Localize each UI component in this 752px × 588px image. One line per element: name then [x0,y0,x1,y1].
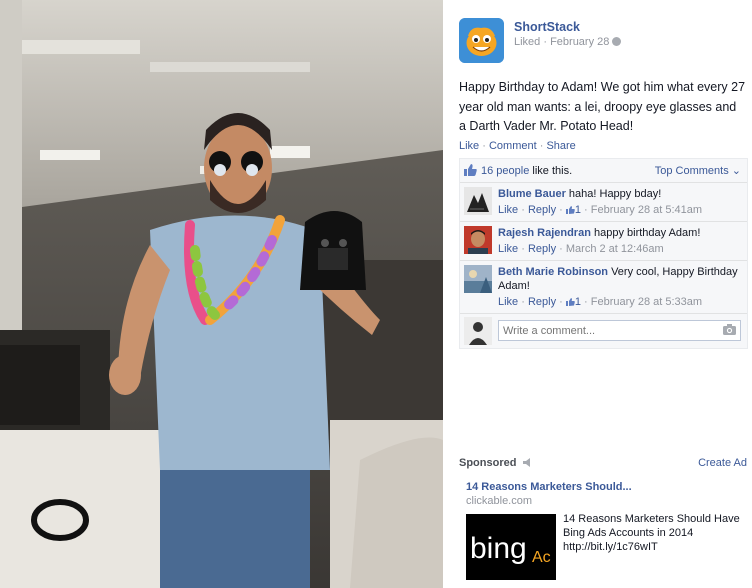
comment-item: Blume Bauer haha! Happy bday! Like · Rep… [460,183,747,222]
post-meta: Liked · February 28 [514,36,622,48]
feedback-box: 16 people like this. Top Comments ⌄ Blum… [459,158,748,349]
comment-like-link[interactable]: Like [498,204,518,216]
comment-like-link[interactable]: Like [498,296,518,308]
comment-meta: Like · Reply · March 2 at 12:46am [498,243,664,255]
commenter-avatar[interactable] [464,265,492,293]
post-meta-text: Liked · February 28 [514,36,610,48]
post-actions: Like · Comment · Share [459,140,576,152]
post-header: ShortStack Liked · February 28 [459,18,749,64]
comment-reply-link[interactable]: Reply [528,204,556,216]
create-ad-link[interactable]: Create Ad [698,457,747,469]
comment-reply-link[interactable]: Reply [528,296,556,308]
action-separator: · [536,140,547,152]
commenter-avatar[interactable] [464,187,492,215]
comment-reply-link[interactable]: Reply [528,243,556,255]
sponsored-section: Sponsored Create Ad 14 Reasons Marketers… [459,457,747,580]
ad-image-wordmark-accent: Ac [532,549,551,566]
comment-item: Beth Marie Robinson Very cool, Happy Bir… [460,261,747,314]
post-text: Happy Birthday to Adam! We got him what … [459,80,746,133]
ad-title-link[interactable]: 14 Reasons Marketers Should... [466,481,632,493]
action-separator: · [479,140,489,152]
comment-like-count-value: 1 [574,296,581,308]
comment-like-link[interactable]: Like [498,243,518,255]
post-photo[interactable] [0,0,443,588]
office-photo-illustration [0,0,443,588]
comment-text: haha! Happy bday! [565,188,662,200]
like-link[interactable]: Like [459,140,479,152]
sponsored-icon[interactable] [522,458,533,467]
commenter-avatar[interactable] [464,226,492,254]
comment-text: happy birthday Adam! [590,227,701,239]
comment-timestamp[interactable]: March 2 at 12:46am [566,243,664,255]
comment-meta: Like · Reply · 1 · February 28 at 5:33am [498,296,703,308]
like-thumb-icon [464,164,477,176]
page-name-link[interactable]: ShortStack [514,20,580,34]
ad-image-wordmark: bing [470,532,527,565]
sponsored-label: Sponsored [459,457,517,469]
comment-body: Beth Marie Robinson Very cool, Happy Bir… [498,265,743,293]
comment-composer [460,314,747,348]
comment-like-count[interactable]: 1 [565,204,581,216]
comment-link[interactable]: Comment [489,140,537,152]
comment-author-link[interactable]: Rajesh Rajendran [498,227,591,239]
comment-input[interactable] [498,320,741,341]
likes-summary: 16 people like this. Top Comments ⌄ [460,159,747,183]
comment-body: Blume Bauer haha! Happy bday! [498,187,743,201]
comment-author-link[interactable]: Blume Bauer [498,188,566,200]
comment-timestamp[interactable]: February 28 at 5:33am [591,296,702,308]
like-thumb-icon [565,298,575,306]
like-thumb-icon [565,206,575,214]
share-link[interactable]: Share [546,140,575,152]
comment-item: Rajesh Rajendran happy birthday Adam! Li… [460,222,747,261]
ad-body-text: 14 Reasons Marketers Should Have Bing Ad… [563,513,740,553]
comment-author-link[interactable]: Beth Marie Robinson [498,266,608,278]
shortstack-logo-icon[interactable] [459,18,504,63]
comment-timestamp[interactable]: February 28 at 5:41am [591,204,702,216]
ad-image[interactable]: bing Ac [466,514,556,580]
comment-meta: Like · Reply · 1 · February 28 at 5:41am [498,204,703,216]
likes-suffix: like this. [529,165,573,177]
ad-domain: clickable.com [466,495,533,507]
comment-like-count[interactable]: 1 [565,296,581,308]
comment-body: Rajesh Rajendran happy birthday Adam! [498,226,743,240]
viewer-avatar [464,317,492,345]
likes-count-link[interactable]: 16 people [481,165,529,177]
globe-icon [612,37,622,46]
top-comments-dropdown[interactable]: Top Comments ⌄ [655,164,741,177]
post-sidebar: ShortStack Liked · February 28 Happy Bir… [443,0,752,588]
comment-like-count-value: 1 [574,204,581,216]
camera-icon[interactable] [723,324,736,335]
